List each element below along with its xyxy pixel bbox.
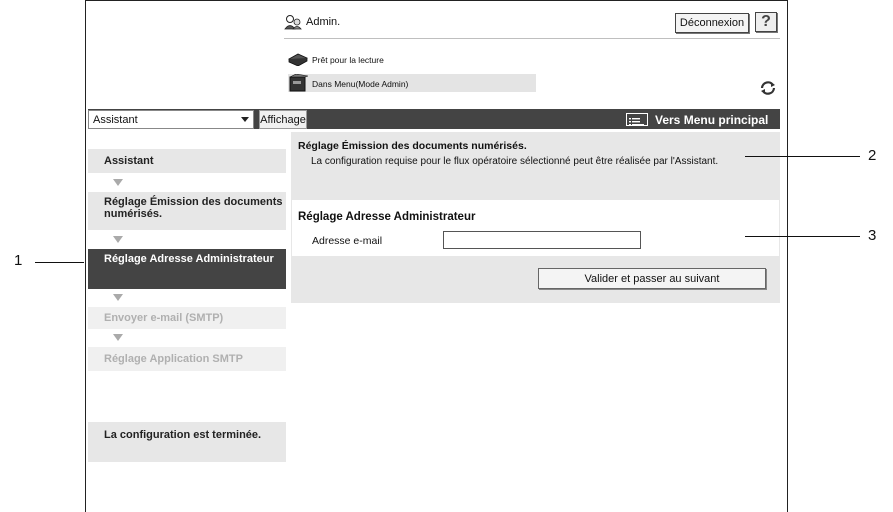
section-title: Réglage Adresse Administrateur — [298, 211, 476, 223]
status-mode-text: Dans Menu(Mode Admin) — [312, 79, 409, 89]
step-assistant: Assistant — [88, 149, 286, 173]
step-arrow-icon — [113, 179, 123, 186]
step-label: Réglage Application SMTP — [104, 353, 243, 365]
step-label: Envoyer e-mail (SMTP) — [104, 312, 224, 324]
step-label: Réglage Émission des documents numérisés… — [104, 196, 283, 220]
chevron-down-icon[interactable] — [241, 117, 249, 122]
printer-icon — [289, 74, 308, 92]
email-input[interactable] — [443, 231, 641, 249]
scanner-icon — [288, 53, 308, 66]
step-smtp-app: Réglage Application SMTP — [88, 347, 286, 371]
display-button[interactable]: Affichage — [259, 110, 307, 129]
callout-line-1 — [35, 262, 84, 263]
callout-2: 2 — [868, 147, 877, 164]
main-menu-link[interactable]: Vers Menu principal — [655, 113, 768, 127]
step-label: Réglage Adresse Administrateur — [104, 253, 274, 265]
step-arrow-icon — [113, 294, 123, 301]
panel-description: La configuration requise pour le flux op… — [311, 156, 719, 167]
status-ready-text: Prêt pour la lecture — [312, 55, 384, 65]
validate-next-button[interactable]: Valider et passer au suivant — [538, 268, 766, 289]
admin-user-icon — [284, 15, 302, 30]
mode-select[interactable]: Assistant — [88, 110, 254, 129]
callout-3: 3 — [868, 227, 877, 244]
admin-label: Admin. — [306, 16, 341, 28]
header-divider — [284, 38, 780, 39]
email-label: Adresse e-mail — [312, 235, 383, 247]
callout-1: 1 — [14, 252, 23, 269]
step-arrow-icon — [113, 334, 123, 341]
step-label: Assistant — [104, 155, 154, 167]
refresh-icon[interactable] — [759, 80, 777, 96]
step-complete: La configuration est terminée. — [88, 422, 286, 462]
callout-line-3 — [745, 236, 860, 237]
mode-select-value: Assistant — [93, 114, 138, 126]
step-admin-address: Réglage Adresse Administrateur — [88, 249, 286, 289]
main-menu-icon[interactable] — [626, 113, 648, 126]
callout-line-2 — [745, 156, 860, 157]
panel-title: Réglage Émission des documents numérisés… — [298, 140, 527, 152]
step-arrow-icon — [113, 236, 123, 243]
step-label: La configuration est terminée. — [104, 429, 262, 441]
help-button[interactable]: ? — [755, 12, 777, 32]
logout-button[interactable]: Déconnexion — [675, 13, 749, 33]
step-send-smtp: Envoyer e-mail (SMTP) — [88, 307, 286, 329]
step-scan-settings: Réglage Émission des documents numérisés… — [88, 192, 286, 230]
